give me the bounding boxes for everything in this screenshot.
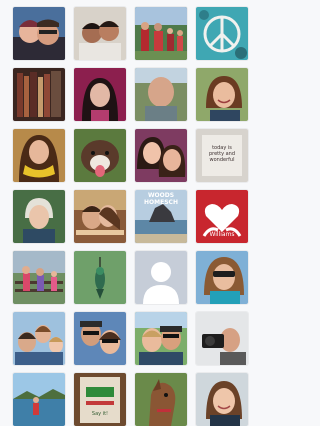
profile-photo-couple-selfie[interactable] xyxy=(13,7,65,60)
profile-photo-woman-portrait[interactable] xyxy=(196,373,248,426)
profile-photo-default-avatar[interactable] xyxy=(135,251,187,304)
profile-photo-grid: today is pretty and wonderful WOODS HOME… xyxy=(0,0,248,426)
profile-photo-couple-kiss[interactable] xyxy=(74,190,126,243)
profile-photo-hummingbird[interactable] xyxy=(74,251,126,304)
profile-photo-couple-hat[interactable] xyxy=(135,312,187,365)
profile-photo-peace-sign-art[interactable] xyxy=(196,7,248,60)
profile-photo-older-woman[interactable] xyxy=(13,190,65,243)
profile-photo-woman-sunglasses[interactable] xyxy=(196,251,248,304)
heart-hands-caption: Williams xyxy=(209,231,235,238)
profile-photo-lake-child[interactable] xyxy=(13,373,65,426)
profile-photo-couple-sunglasses[interactable] xyxy=(74,312,126,365)
profile-photo-kids-on-fence[interactable] xyxy=(13,251,65,304)
profile-photo-woman-yellow-scarf[interactable] xyxy=(13,129,65,182)
profile-photo-heart-hands[interactable]: Williams xyxy=(196,190,248,243)
profile-photo-kids-hug[interactable] xyxy=(74,7,126,60)
text-card-caption: today is pretty and wonderful xyxy=(208,145,236,163)
profile-photo-woman-smile[interactable] xyxy=(196,68,248,121)
profile-photo-horse[interactable] xyxy=(135,373,187,426)
profile-photo-photographer[interactable] xyxy=(196,312,248,365)
profile-photo-text-card[interactable]: today is pretty and wonderful xyxy=(196,129,248,182)
coast-rock-caption: WOODS HOMESCH xyxy=(144,192,178,206)
profile-photo-dog-tongue[interactable] xyxy=(74,129,126,182)
profile-photo-poster-green[interactable]: Say it! xyxy=(74,373,126,426)
poster-caption: Say it! xyxy=(91,411,109,417)
profile-photo-two-girls[interactable] xyxy=(135,129,187,182)
profile-photo-family-outdoor[interactable] xyxy=(135,7,187,60)
profile-photo-man-outdoors[interactable] xyxy=(135,68,187,121)
profile-photo-woman-dark-hair[interactable] xyxy=(74,68,126,121)
profile-photo-family-group[interactable] xyxy=(13,312,65,365)
profile-photo-coast-rock[interactable]: WOODS HOMESCH xyxy=(135,190,187,243)
profile-photo-books-shelf[interactable] xyxy=(13,68,65,121)
